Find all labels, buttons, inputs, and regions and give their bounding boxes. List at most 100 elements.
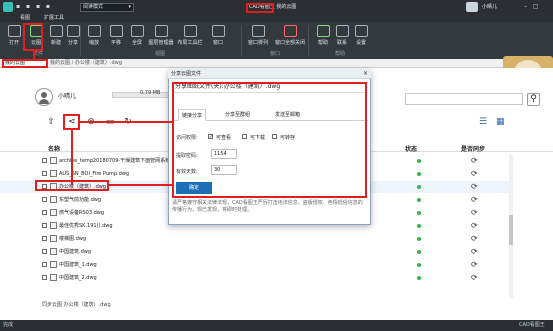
close-icon[interactable]: × xyxy=(363,69,368,79)
chevron-down-icon: ▾ xyxy=(128,4,131,10)
dwg-file-icon xyxy=(50,170,57,177)
grid-view-icon[interactable]: ▦ xyxy=(496,117,507,127)
dialog-title: 分享云图文件 xyxy=(171,71,202,77)
row-checkbox[interactable] xyxy=(42,210,47,215)
search-icon[interactable]: ⚲ xyxy=(527,93,540,106)
status-dot xyxy=(417,172,421,176)
table-row[interactable]: 中国建筑_1.dwg ⟳ xyxy=(0,259,510,271)
status-app-name: CAD看图王 xyxy=(519,322,545,328)
sync-icon[interactable]: ⟳ xyxy=(471,234,478,243)
dwg-file-icon xyxy=(50,196,57,203)
annotation-arrow xyxy=(109,184,172,186)
window-arrange-button[interactable]: 窗口排列 xyxy=(245,24,271,48)
file-name[interactable]: 东塑气前功能.dwg xyxy=(59,196,101,204)
row-checkbox[interactable] xyxy=(42,249,47,254)
row-checkbox[interactable] xyxy=(42,262,47,267)
app-logo-icon[interactable] xyxy=(3,2,13,12)
status-dot xyxy=(417,224,421,228)
row-checkbox[interactable] xyxy=(42,158,47,163)
dialog-title-bar: 分享云图文件 × xyxy=(168,69,371,79)
col-name-header[interactable]: 名称 xyxy=(48,144,60,153)
file-name[interactable]: 中国建筑.dwg xyxy=(59,248,91,256)
sync-icon[interactable]: ⟳ xyxy=(471,247,478,256)
annotation-arrow xyxy=(33,51,35,60)
status-text: 完成 xyxy=(3,322,14,328)
tab-view[interactable]: 看图 xyxy=(18,14,32,22)
table-row[interactable]: 楼梯图.dwg ⟳ xyxy=(0,233,510,245)
folder-icon xyxy=(7,25,21,37)
upload-icon[interactable]: ⇧ xyxy=(45,116,57,128)
window-controls[interactable]: – □ × xyxy=(524,2,551,20)
file-name[interactable]: 中国建筑_1.dwg xyxy=(59,261,97,269)
sync-icon[interactable]: ⟳ xyxy=(471,221,478,230)
status-dot xyxy=(417,159,421,163)
dwg-file-icon xyxy=(50,274,57,281)
file-name[interactable]: 中国建筑_2.dwg xyxy=(59,274,97,282)
row-checkbox[interactable] xyxy=(42,275,47,280)
quick-access-toolbar[interactable]: ▪ ▪ ▪ ▪ xyxy=(16,3,76,11)
group-help-label: 帮助 xyxy=(334,51,345,57)
dialog-notice: 请严格遵守相关法律法规，CAD看图王严厉打击违法信息，盗版侵权、色情低俗信息的传… xyxy=(172,200,363,213)
list-view-icon[interactable]: ☰ xyxy=(479,117,490,127)
mode-select[interactable]: 阅读模式 ▾ xyxy=(80,3,134,12)
file-name[interactable]: 燃气设备RS03.dwg xyxy=(59,209,104,217)
row-checkbox[interactable] xyxy=(42,223,47,228)
annotation-arrow xyxy=(71,130,73,185)
table-row[interactable]: 中国建筑_2.dwg ⟳ xyxy=(0,272,510,284)
tab-extensions[interactable]: 扩展工具 xyxy=(42,14,66,22)
contact-icon xyxy=(335,25,349,37)
file-name[interactable]: 最佳优秀SK.191().dwg xyxy=(59,222,113,230)
status-dot xyxy=(417,185,421,189)
table-row[interactable]: 中国建筑.dwg ⟳ xyxy=(0,246,510,258)
hand-icon xyxy=(109,25,123,37)
scrollbar-thumb[interactable] xyxy=(509,215,513,245)
close-all-windows-button[interactable]: 窗口全部关闭 xyxy=(273,24,307,48)
window-button[interactable]: 窗口 xyxy=(206,24,230,48)
status-dot xyxy=(417,198,421,202)
search-input[interactable] xyxy=(405,93,523,105)
username[interactable]: 小晴儿 xyxy=(482,2,516,12)
annotation-box-title xyxy=(246,3,274,13)
window-icon xyxy=(211,25,225,37)
layers-icon xyxy=(154,25,168,37)
mode-select-value: 阅读模式 xyxy=(83,4,104,10)
sync-icon[interactable]: ⟳ xyxy=(471,182,478,191)
sync-icon[interactable]: ⟳ xyxy=(471,169,478,178)
col-sync-header: 是否同步 xyxy=(461,146,486,153)
ribbon-divider xyxy=(80,25,81,56)
status-dot xyxy=(417,263,421,267)
layout-icon xyxy=(183,25,197,37)
status-dot xyxy=(417,250,421,254)
sync-icon[interactable]: ⟳ xyxy=(471,273,478,282)
status-dot xyxy=(417,211,421,215)
layer-manager-button[interactable]: 图层管理器 xyxy=(146,24,176,48)
layout-toolbar-button[interactable]: 布局工具栏 xyxy=(175,24,205,48)
row-checkbox[interactable] xyxy=(42,171,47,176)
zoom-button[interactable]: 缩放 xyxy=(82,24,106,48)
selection-path: 同步云图 办公楼（建筑）.dwg xyxy=(42,302,111,308)
annotation-box-breadcrumb xyxy=(2,59,48,68)
gear-icon xyxy=(354,25,368,37)
annotation-box-dialog xyxy=(172,82,367,198)
status-bar xyxy=(0,320,553,331)
settings-button[interactable]: 设置 xyxy=(349,24,373,48)
zoom-icon xyxy=(87,25,101,37)
share-icon xyxy=(66,25,80,37)
sync-icon[interactable]: ⟳ xyxy=(471,260,478,269)
col-status-header: 状态 xyxy=(405,146,418,153)
group-file-label: 文件 xyxy=(32,51,43,57)
user-name: 小晴儿 xyxy=(58,93,77,100)
avatar[interactable] xyxy=(466,2,478,12)
ribbon-tabs: 看图 扩展工具 xyxy=(0,14,553,22)
row-checkbox[interactable] xyxy=(42,236,47,241)
sync-icon[interactable]: ⟳ xyxy=(471,208,478,217)
ribbon: 打开 云图 新建 分享 缩放 平移 全屏 图层管理器 布局工具栏 窗口 窗口排列… xyxy=(0,22,553,59)
file-name[interactable]: AUS_SN_BOI_Fire Pump.dwg xyxy=(59,170,129,178)
ribbon-divider xyxy=(241,25,242,56)
file-name[interactable]: 楼梯图.dwg xyxy=(59,235,86,243)
sync-icon[interactable]: ⟳ xyxy=(471,156,478,165)
row-checkbox[interactable] xyxy=(42,197,47,202)
group-view-label: 视图 xyxy=(154,51,165,57)
dwg-file-icon xyxy=(50,248,57,255)
sync-icon[interactable]: ⟳ xyxy=(471,195,478,204)
